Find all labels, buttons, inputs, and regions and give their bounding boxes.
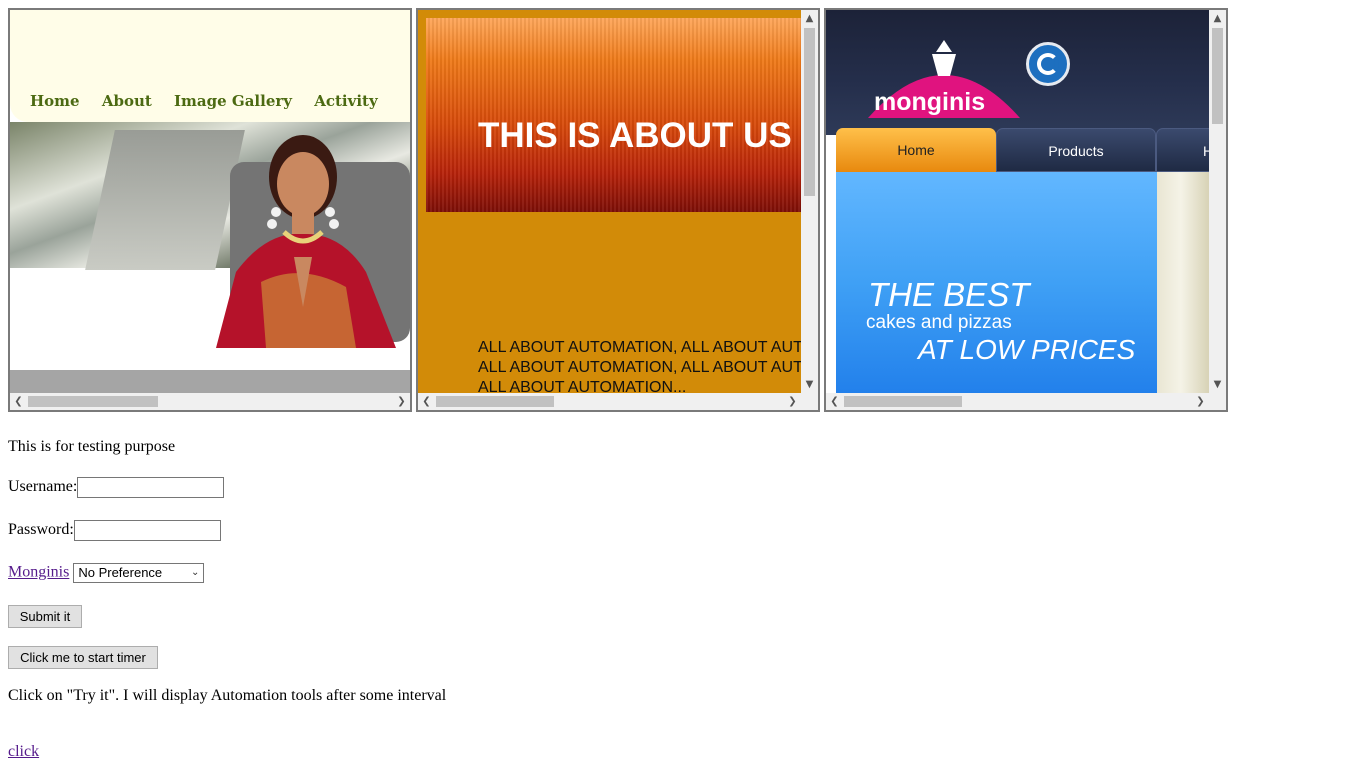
scroll-up-icon[interactable]: ▲	[801, 10, 818, 27]
main-nav: Home About Image Gallery Activity	[30, 92, 395, 110]
scroll-thumb[interactable]	[844, 396, 962, 407]
greeting-woman-image	[216, 135, 396, 348]
start-timer-button[interactable]: Click me to start timer	[8, 646, 158, 669]
banner-title: THIS IS ABOUT US P	[478, 116, 820, 155]
horizontal-scrollbar[interactable]: ❮ ❯	[10, 393, 410, 410]
scroll-left-icon[interactable]: ❮	[10, 393, 27, 410]
testing-text: This is for testing purpose	[8, 438, 176, 455]
scrollbar-corner	[1209, 393, 1226, 410]
username-input[interactable]	[77, 477, 225, 498]
scrollbar-corner	[801, 393, 818, 410]
c-logo-icon	[1026, 42, 1070, 86]
about-banner	[426, 18, 809, 212]
automation-text: ALL ABOUT AUTOMATION, ALL ABOUT AUTOMATI…	[478, 339, 818, 396]
horizontal-scrollbar[interactable]: ❮ ❯	[418, 393, 801, 410]
monginis-link[interactable]: Monginis	[8, 564, 69, 581]
scroll-down-icon[interactable]: ▼	[801, 376, 818, 393]
username-label: Username:	[8, 478, 78, 496]
scroll-thumb[interactable]	[1212, 28, 1223, 124]
scroll-down-icon[interactable]: ▼	[1209, 376, 1226, 393]
gray-footer-band	[10, 370, 410, 393]
promo-line-3: AT LOW PRICES	[918, 334, 1136, 365]
info-text: Click on "Try it". I will display Automa…	[8, 687, 447, 704]
nav-home-link[interactable]: Home	[30, 92, 80, 110]
password-label: Password:	[8, 521, 74, 539]
promo-line-1: THE BEST	[868, 276, 1030, 313]
submit-row: Submit it	[8, 605, 82, 628]
scroll-up-icon[interactable]: ▲	[1209, 10, 1226, 27]
scroll-thumb[interactable]	[436, 396, 554, 407]
horizontal-scrollbar[interactable]: ❮ ❯	[826, 393, 1209, 410]
side-image	[1157, 172, 1217, 394]
nav-image-gallery-link[interactable]: Image Gallery	[174, 92, 292, 110]
scroll-thumb[interactable]	[28, 396, 158, 407]
monginis-row: Monginis No Preference ⌄	[8, 563, 205, 583]
scroll-thumb[interactable]	[804, 28, 815, 196]
iframe-3[interactable]: monginis Home Products H THE BEST cakes …	[824, 8, 1228, 412]
scroll-right-icon[interactable]: ❯	[1192, 393, 1209, 410]
click-row: click	[8, 743, 39, 761]
nav-about-link[interactable]: About	[102, 92, 152, 110]
username-row: Username:	[8, 477, 225, 498]
tab-home[interactable]: Home	[836, 128, 996, 172]
promo-line-2: cakes and pizzas	[866, 312, 1012, 333]
scroll-right-icon[interactable]: ❯	[784, 393, 801, 410]
logo-text: monginis	[874, 88, 986, 116]
vertical-scrollbar[interactable]: ▲ ▼	[1209, 10, 1226, 393]
click-link[interactable]: click	[8, 743, 39, 760]
scroll-right-icon[interactable]: ❯	[393, 393, 410, 410]
tab-partial[interactable]: H	[1156, 128, 1216, 172]
iframe-2[interactable]: THIS IS ABOUT US P ALL ABOUT AUTOMATION,…	[416, 8, 820, 412]
chevron-down-icon: ⌄	[190, 567, 200, 578]
tab-products[interactable]: Products	[996, 128, 1156, 172]
scroll-left-icon[interactable]: ❮	[826, 393, 843, 410]
password-input[interactable]	[73, 520, 221, 541]
scroll-left-icon[interactable]: ❮	[418, 393, 435, 410]
timer-row: Click me to start timer	[8, 646, 158, 669]
iframe-1[interactable]: Home About Image Gallery Activity ❮ ❯	[8, 8, 412, 412]
preference-selected-value: No Preference	[78, 565, 163, 580]
vertical-scrollbar[interactable]: ▲ ▼	[801, 10, 818, 393]
password-row: Password:	[8, 520, 221, 541]
submit-button[interactable]: Submit it	[8, 605, 82, 628]
preference-select[interactable]: No Preference ⌄	[73, 563, 205, 583]
nav-activity-link[interactable]: Activity	[314, 92, 377, 110]
